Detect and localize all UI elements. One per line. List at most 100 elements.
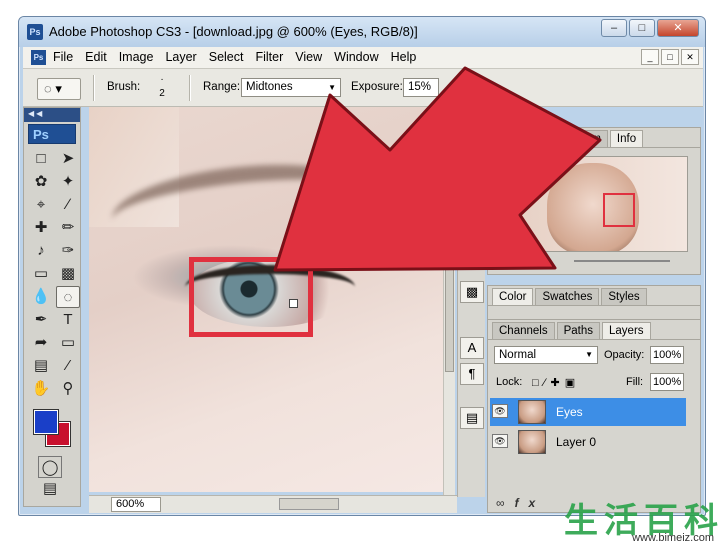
dodge-tool-icon: ◌ [44,81,52,96]
notes-icon[interactable]: ▤ [29,355,53,377]
layer-thumbnail [518,430,546,454]
tab-channels[interactable]: Channels [492,322,555,339]
tab-navigator[interactable]: N [492,130,515,147]
crop-icon[interactable]: ⌖ [29,194,53,216]
brush-picker[interactable]: · 2 [155,73,169,101]
history-brush-icon[interactable]: ✑ [56,240,80,262]
brush-label: Brush: [107,81,141,93]
path-select-icon[interactable]: ➦ [29,332,53,354]
foreground-color-swatch[interactable] [33,409,59,435]
menu-image[interactable]: Image [119,50,154,64]
eraser-icon[interactable]: ▭ [29,263,53,285]
menu-edit[interactable]: Edit [85,50,107,64]
image-canvas[interactable] [89,107,443,492]
tab-histogram[interactable]: m [584,130,608,147]
stamp-icon[interactable]: ♪ [29,240,53,262]
layer-row-layer0[interactable]: 👁 Layer 0 [490,428,686,456]
watermark-url: www.bimeiz.com [632,532,714,544]
tab-layers[interactable]: Layers [602,322,651,339]
menu-bar: Ps File Edit Image Layer Select Filter V… [23,47,703,69]
blend-mode-select[interactable]: Normal ▼ [494,346,598,364]
lasso-icon[interactable]: ✿ [29,171,53,193]
maximize-button[interactable]: □ [629,19,655,37]
tab-swatches[interactable]: Swatches [535,288,600,305]
zoom-level[interactable]: 600% [111,497,161,512]
lock-position-icon[interactable]: ✚ [551,377,565,389]
character-panel-icon[interactable]: A [460,337,484,359]
minimize-button[interactable]: – [601,19,627,37]
slice-icon[interactable]: ∕ [56,194,80,216]
blend-mode-value: Normal [499,349,537,361]
gradient-icon[interactable]: ▩ [56,263,80,285]
menu-help[interactable]: Help [391,50,417,64]
menu-file[interactable]: File [53,50,73,64]
quick-mask-icon[interactable]: ◯ [38,456,62,478]
lock-transparency-icon[interactable]: □ [532,377,544,389]
zoom-icon[interactable]: ⚲ [56,378,80,400]
tool-preset-picker[interactable]: ◌ ▾ [37,78,81,100]
menu-select[interactable]: Select [209,50,244,64]
tab-styles[interactable]: Styles [601,288,647,305]
dodge-icon[interactable]: ◌ [56,286,80,308]
photoshop-window: Ps Adobe Photoshop CS3 - [download.jpg @… [18,16,706,516]
brushes-panel-icon[interactable]: ▩ [460,281,484,303]
layer-style-icon[interactable]: fx [515,496,546,510]
doc-close-button[interactable]: ✕ [681,49,699,65]
range-select[interactable]: Midtones ▼ [241,78,341,97]
layers-panel: Channels Paths Layers Normal ▼ Opacity: 1… [487,319,701,513]
lock-icons[interactable]: □∕✚▣ [532,376,580,389]
highlight-box [189,257,313,337]
document-icon[interactable]: Ps [31,50,46,65]
chevron-down-icon: ▼ [328,83,336,92]
horizontal-scrollbar[interactable] [279,498,339,510]
menu-view[interactable]: View [295,50,322,64]
tool-presets-icon[interactable]: ▤ [460,407,484,429]
marquee-icon[interactable]: □ [29,148,53,170]
hand-icon[interactable]: ✋ [29,378,53,400]
link-layers-icon[interactable]: ∞ [496,496,515,510]
status-bar: 600% [89,495,457,513]
title-bar: Ps Adobe Photoshop CS3 - [download.jpg @… [19,17,705,47]
lock-all-icon[interactable]: ▣ [565,377,580,389]
close-button[interactable]: ✕ [657,19,699,37]
tab-color[interactable]: Color [492,288,534,305]
zoom-slider[interactable] [574,260,670,262]
layer-thumbnail [518,400,546,424]
menu-window[interactable]: Window [334,50,378,64]
pen-icon[interactable]: ✒ [29,309,53,331]
screen-mode-icon[interactable]: ▤ [38,478,62,500]
tab-paths[interactable]: Paths [556,322,601,339]
range-label: Range: [203,81,241,93]
menu-layer[interactable]: Layer [165,50,196,64]
move-icon[interactable]: ➤ [56,148,80,170]
eye-visibility-icon[interactable]: 👁 [492,404,508,418]
eye-visibility-icon[interactable]: 👁 [492,434,508,448]
shape-icon[interactable]: ▭ [56,332,80,354]
layer-row-eyes[interactable]: 👁 Eyes [490,398,686,426]
color-swatches [28,408,76,456]
eyedropper-icon[interactable]: ⁄ [56,355,80,377]
healing-icon[interactable]: ✚ [29,217,53,239]
navigator-view-box[interactable] [603,193,635,227]
navigator-thumbnail[interactable] [502,156,688,252]
magic-wand-icon[interactable]: ✦ [56,171,80,193]
menu-filter[interactable]: Filter [255,50,283,64]
paragraph-panel-icon[interactable]: ¶ [460,363,484,385]
chevron-down-icon: ▼ [585,350,593,359]
opacity-input[interactable]: 100% [650,346,684,364]
range-value: Midtones [246,81,293,93]
doc-restore-button[interactable]: □ [661,49,679,65]
vertical-scrollbar[interactable] [443,107,455,495]
lock-pixels-icon[interactable]: ∕ [544,377,551,389]
exposure-input[interactable]: 15% [403,78,439,97]
scrollbar-thumb[interactable] [445,122,454,372]
blur-icon[interactable]: 💧 [29,286,53,308]
layers-bottom-toolbar: ∞fx [496,496,545,510]
fill-input[interactable]: 100% [650,373,684,391]
tab-info[interactable]: Info [609,130,644,147]
toolbox-grip[interactable]: ◀◀ [24,108,80,122]
doc-minimize-button[interactable]: _ [641,49,659,65]
type-icon[interactable]: T [56,309,80,331]
opacity-label: Opacity: [604,349,645,361]
brush-icon[interactable]: ✏ [56,217,80,239]
